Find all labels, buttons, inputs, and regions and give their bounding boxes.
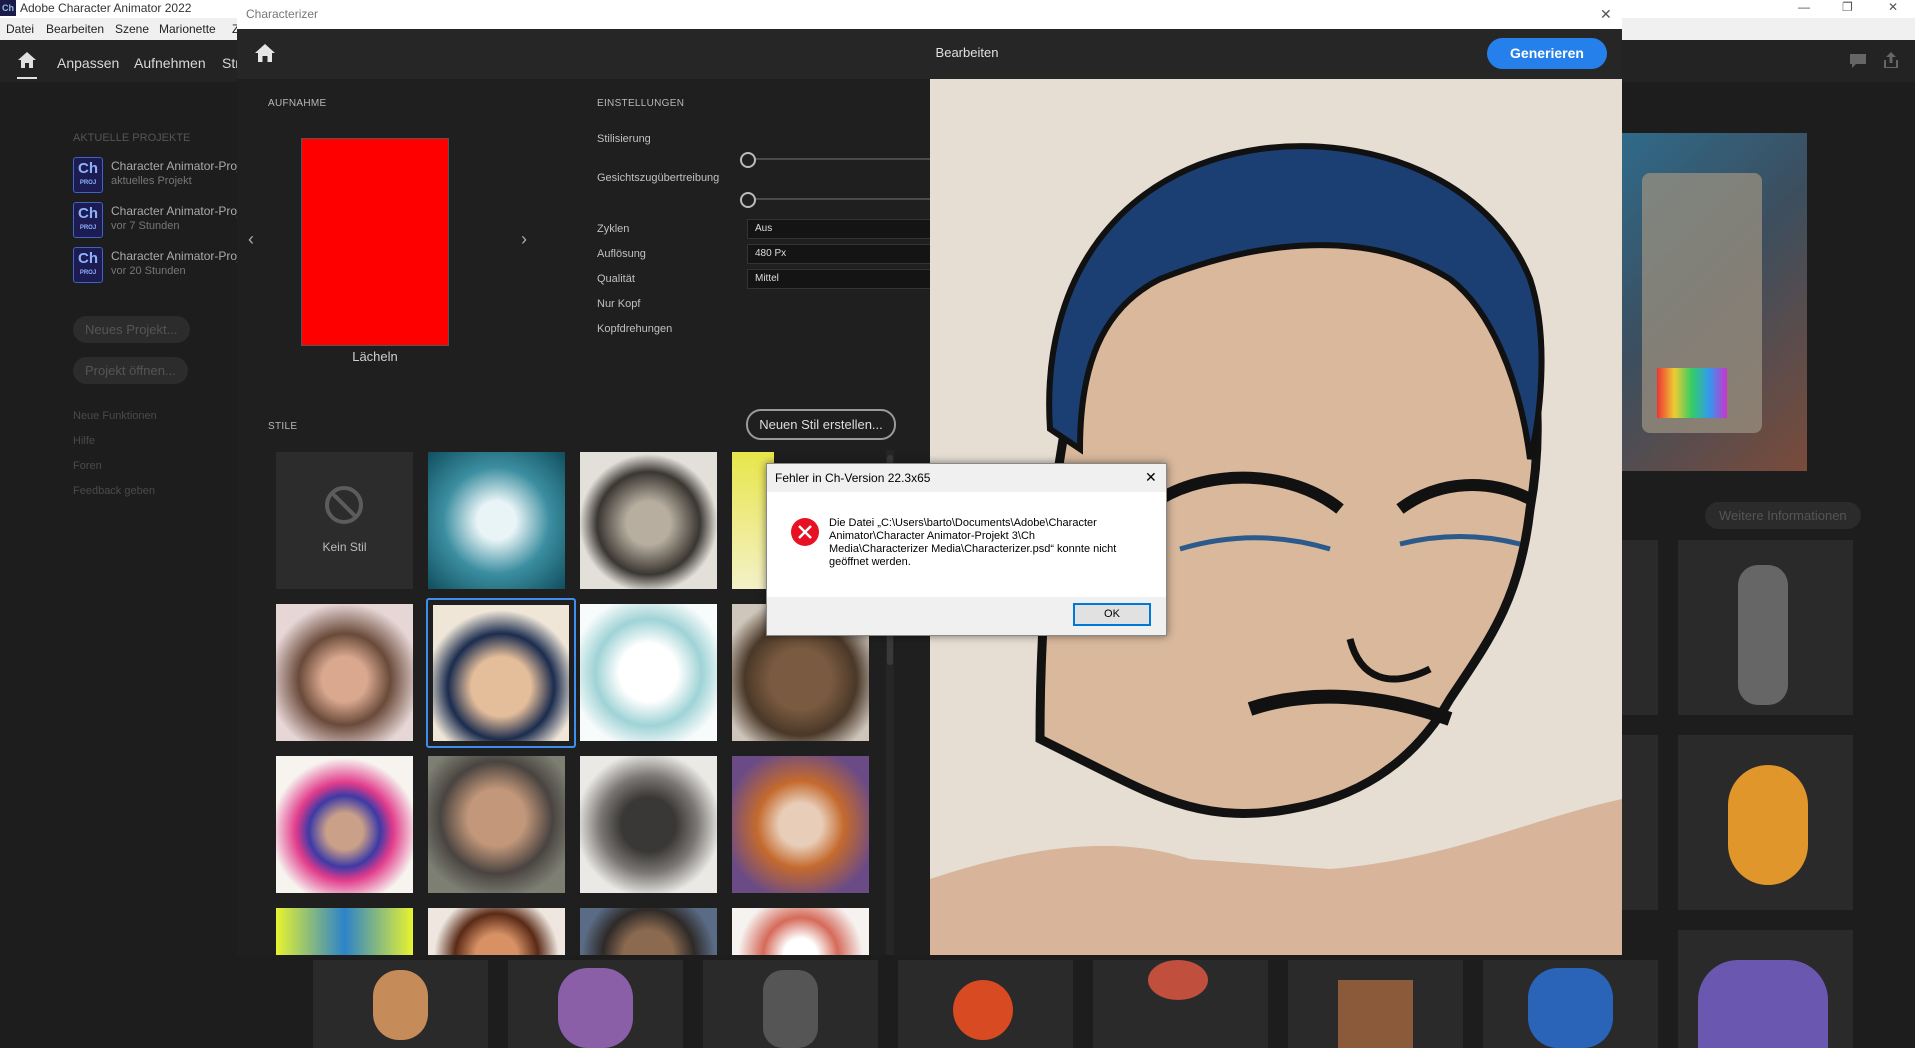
link-forums[interactable]: Foren xyxy=(73,460,102,472)
tab-record[interactable]: Aufnehmen xyxy=(134,55,206,71)
next-capture-icon[interactable]: › xyxy=(521,229,527,250)
maximize-icon[interactable]: ❐ xyxy=(1842,0,1853,14)
gallery-tile[interactable] xyxy=(313,960,488,1048)
dialog-title: Fehler in Ch-Version 22.3x65 xyxy=(775,471,931,485)
error-icon xyxy=(791,518,819,546)
style-tile[interactable] xyxy=(580,908,717,955)
quality-label: Qualität xyxy=(597,273,635,285)
style-tile[interactable] xyxy=(580,604,717,741)
gallery-tile[interactable] xyxy=(1483,960,1658,1048)
style-tile[interactable] xyxy=(276,604,413,741)
style-tile[interactable] xyxy=(580,452,717,589)
gallery-tile-group[interactable] xyxy=(1678,930,1853,1048)
menu-puppet[interactable]: Marionette xyxy=(159,22,216,36)
gallery-tile-cat[interactable] xyxy=(1678,735,1853,910)
project-name: Character Animator-Proj xyxy=(111,249,240,263)
dialog-message: Die Datei „C:\Users\barto\Documents\Adob… xyxy=(829,517,1117,568)
home-icon[interactable] xyxy=(17,51,37,69)
style-tile-none[interactable]: Kein Stil xyxy=(276,452,413,589)
head-only-label: Nur Kopf xyxy=(597,298,641,310)
new-style-button[interactable]: Neuen Stil erstellen... xyxy=(746,409,896,440)
style-tile[interactable] xyxy=(276,756,413,893)
project-time: vor 20 Stunden xyxy=(111,265,186,277)
stylization-slider-thumb[interactable] xyxy=(740,152,756,168)
link-help[interactable]: Hilfe xyxy=(73,435,95,447)
quality-value: Mittel xyxy=(755,273,779,284)
style-tile[interactable] xyxy=(428,452,565,589)
gallery-tile[interactable] xyxy=(1622,735,1658,910)
style-tile[interactable] xyxy=(276,908,413,955)
link-new-features[interactable]: Neue Funktionen xyxy=(73,410,157,422)
characterizer-close-icon[interactable]: ✕ xyxy=(1600,6,1612,23)
characterizer-titlebar: Characterizer ✕ xyxy=(237,0,1622,29)
style-tile[interactable] xyxy=(428,756,565,893)
cycles-label: Zyklen xyxy=(597,223,630,235)
capture-preview[interactable] xyxy=(301,138,449,346)
project-name: Character Animator-Proj xyxy=(111,159,240,173)
characterizer-title: Characterizer xyxy=(246,7,319,21)
gallery-tile[interactable] xyxy=(1622,540,1658,715)
recent-project-item[interactable]: Ch PROJ Character Animator-Proj aktuelles… xyxy=(73,157,240,193)
project-name: Character Animator-Proj xyxy=(111,204,240,218)
app-title: Adobe Character Animator 2022 xyxy=(20,1,192,15)
minimize-icon[interactable]: — xyxy=(1798,0,1810,14)
gallery-tile[interactable] xyxy=(898,960,1073,1048)
project-icon: Ch PROJ xyxy=(73,157,103,193)
resolution-label: Auflösung xyxy=(597,248,646,260)
close-icon[interactable]: ✕ xyxy=(1888,0,1898,14)
menu-scene[interactable]: Szene xyxy=(115,22,149,36)
dialog-body: Die Datei „C:\Users\barto\Documents\Adob… xyxy=(767,492,1166,597)
more-info-button[interactable]: Weitere Informationen xyxy=(1705,502,1861,529)
project-time: aktuelles Projekt xyxy=(111,175,192,187)
recent-projects-header: AKTUELLE PROJEKTE xyxy=(73,132,191,144)
project-icon: Ch PROJ xyxy=(73,247,103,283)
app-logo-icon: Ch xyxy=(0,0,16,16)
styles-header: STILE xyxy=(268,421,298,432)
mode-title: Bearbeiten xyxy=(935,45,999,60)
capture-label: Lächeln xyxy=(352,349,398,364)
no-style-icon xyxy=(325,486,363,524)
feedback-icon[interactable] xyxy=(1849,53,1867,69)
recent-project-item[interactable]: Ch PROJ Character Animator-Proj vor 20 St… xyxy=(73,247,240,283)
gallery-tile[interactable] xyxy=(508,960,683,1048)
project-time: vor 7 Stunden xyxy=(111,220,180,232)
capture-header: AUFNAHME xyxy=(268,98,327,109)
gallery-tile[interactable] xyxy=(1288,960,1463,1048)
tab-rig[interactable]: Anpassen xyxy=(57,55,119,71)
style-tile[interactable] xyxy=(732,756,869,893)
link-feedback[interactable]: Feedback geben xyxy=(73,485,155,497)
featured-robot-image[interactable] xyxy=(1622,133,1807,471)
prev-capture-icon[interactable]: ‹ xyxy=(248,229,254,250)
style-tile-selected[interactable] xyxy=(426,598,576,748)
resolution-value: 480 Px xyxy=(755,248,787,259)
stylization-label: Stilisierung xyxy=(597,133,651,145)
no-style-label: Kein Stil xyxy=(322,540,367,554)
settings-header: EINSTELLUNGEN xyxy=(597,98,685,109)
error-dialog: Fehler in Ch-Version 22.3x65 ✕ Die Datei… xyxy=(766,463,1167,636)
gallery-tile[interactable] xyxy=(703,960,878,1048)
cycles-value: Aus xyxy=(755,223,773,234)
generate-button[interactable]: Generieren xyxy=(1487,38,1607,69)
dialog-close-icon[interactable]: ✕ xyxy=(1145,469,1157,486)
open-project-button[interactable]: Projekt öffnen... xyxy=(73,357,188,384)
project-icon: Ch PROJ xyxy=(73,202,103,238)
menu-edit[interactable]: Bearbeiten xyxy=(46,22,104,36)
style-tile[interactable] xyxy=(732,908,869,955)
gallery-tile[interactable] xyxy=(1093,960,1268,1048)
ok-button[interactable]: OK xyxy=(1073,603,1151,626)
gallery-tile-character[interactable] xyxy=(1678,540,1853,715)
menu-file[interactable]: Datei xyxy=(6,22,34,36)
head-turns-label: Kopfdrehungen xyxy=(597,323,673,335)
style-tile[interactable] xyxy=(580,756,717,893)
exaggeration-label: Gesichtszugübertreibung xyxy=(597,172,720,184)
home-active-indicator xyxy=(17,77,37,79)
recent-project-item[interactable]: Ch PROJ Character Animator-Proj vor 7 Stu… xyxy=(73,202,240,238)
exaggeration-slider-thumb[interactable] xyxy=(740,192,756,208)
new-project-button[interactable]: Neues Projekt... xyxy=(73,316,190,343)
style-tile[interactable] xyxy=(428,908,565,955)
share-icon[interactable] xyxy=(1883,51,1899,69)
home-icon[interactable] xyxy=(254,43,276,63)
characterizer-header: Bearbeiten Generieren xyxy=(237,29,1622,79)
